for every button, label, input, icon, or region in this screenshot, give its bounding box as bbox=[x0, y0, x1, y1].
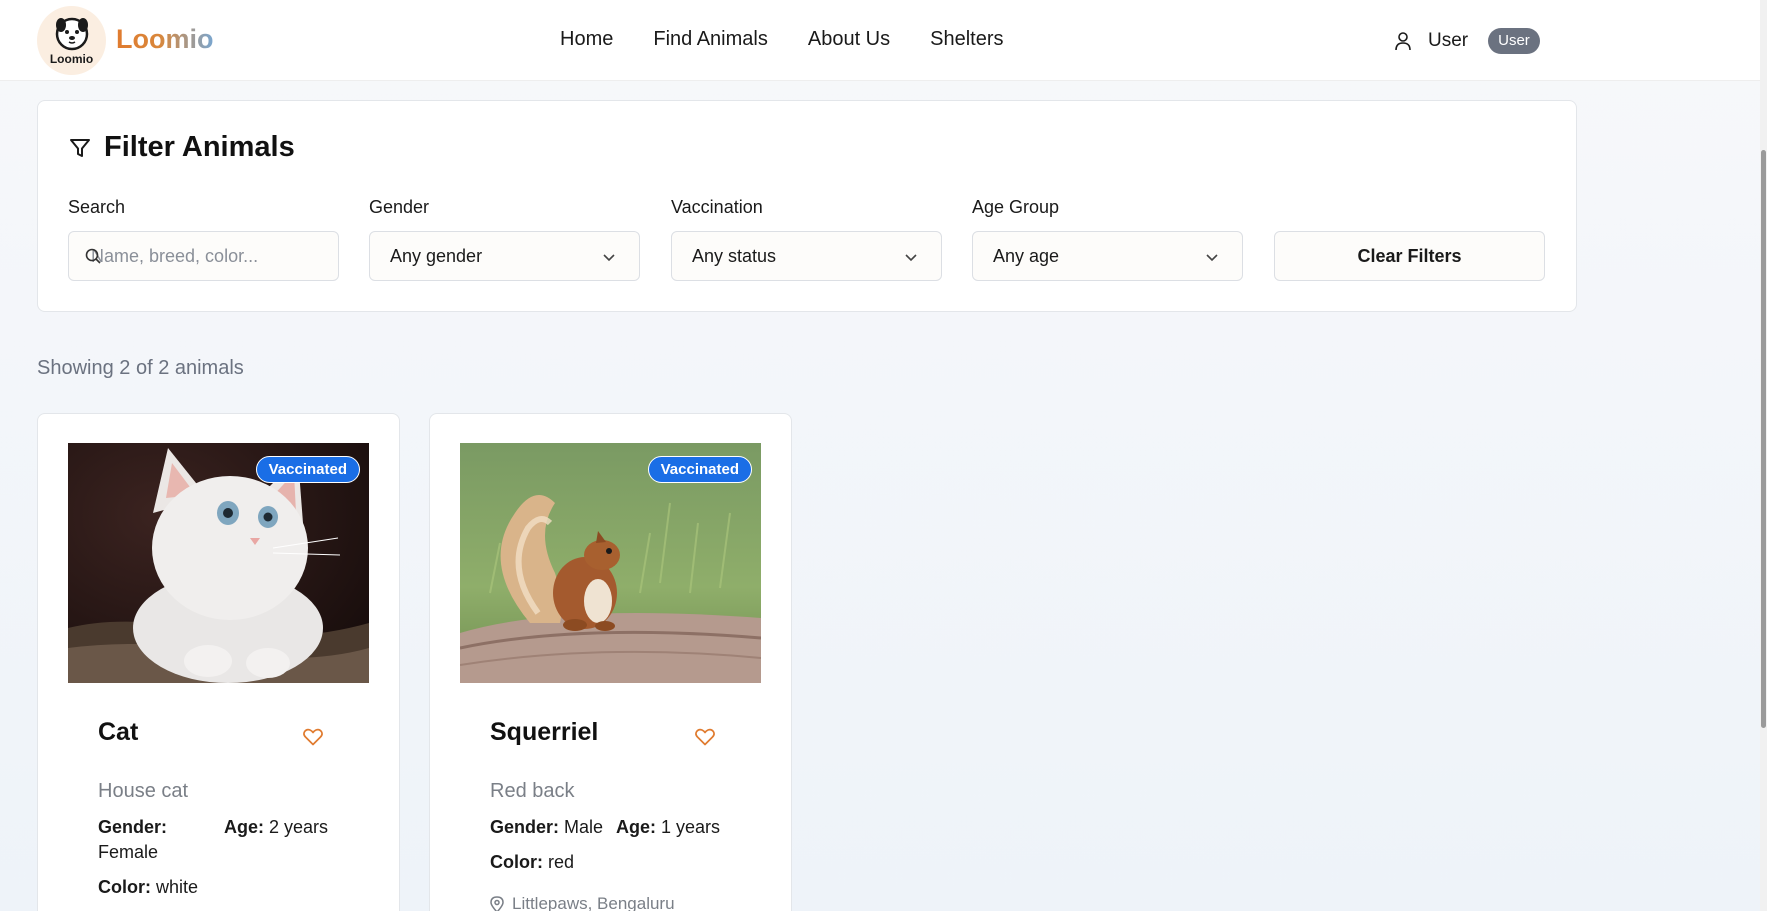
gender-label: Gender bbox=[369, 197, 430, 217]
color-value: white bbox=[156, 877, 199, 897]
vaccinated-badge: Vaccinated bbox=[255, 456, 360, 483]
chevron-down-icon bbox=[1206, 254, 1218, 262]
gender-value: Any gender bbox=[390, 245, 483, 266]
color-info: Color: red bbox=[490, 852, 574, 873]
animal-breed: House cat bbox=[98, 780, 189, 802]
logo-text: Loomio bbox=[49, 52, 94, 66]
vaccination-label: Vaccination bbox=[671, 197, 763, 217]
logo[interactable]: Loomio bbox=[37, 6, 106, 75]
vaccinated-badge: Vaccinated bbox=[647, 456, 752, 483]
filter-title: Filter Animals bbox=[68, 131, 295, 164]
vaccination-field: Vaccination Any status bbox=[671, 197, 942, 281]
animal-photo[interactable]: Vaccinated bbox=[460, 443, 761, 683]
map-pin-icon bbox=[490, 895, 504, 911]
age-field: Age Group Any age bbox=[972, 197, 1243, 281]
animal-photo[interactable]: Vaccinated bbox=[68, 443, 369, 683]
location-text: Littlepaws, Bengaluru bbox=[512, 894, 675, 911]
search-input[interactable]: Name, breed, color... bbox=[68, 231, 339, 281]
gender-value: Male bbox=[564, 817, 604, 837]
chevron-down-icon bbox=[905, 254, 917, 262]
gender-value-line: Female bbox=[98, 842, 158, 863]
age-label: Age: bbox=[224, 817, 264, 837]
search-label: Search bbox=[68, 197, 126, 217]
top-header: Loomio Loomio Home Find Animals About Us… bbox=[0, 0, 1760, 81]
dog-logo-icon bbox=[55, 17, 88, 51]
location: Littlepaws, Bengaluru bbox=[490, 894, 675, 911]
age-value: 1 years bbox=[661, 817, 721, 837]
color-label: Color: bbox=[98, 877, 151, 897]
page-scrollbar[interactable] bbox=[1760, 0, 1767, 911]
chevron-down-icon bbox=[603, 254, 615, 262]
nav-about-us[interactable]: About Us bbox=[808, 28, 890, 51]
age-label: Age: bbox=[616, 817, 656, 837]
age-select[interactable]: Any age bbox=[972, 231, 1243, 281]
search-placeholder: Name, breed, color... bbox=[91, 245, 259, 266]
animal-card[interactable]: Vaccinated Cat House cat Gender: Female … bbox=[37, 413, 400, 911]
nav-home[interactable]: Home bbox=[560, 28, 613, 51]
role-badge: User bbox=[1488, 28, 1540, 54]
search-icon bbox=[85, 248, 101, 264]
gender-select[interactable]: Any gender bbox=[369, 231, 640, 281]
animal-name: Squerriel bbox=[490, 718, 599, 746]
results-count: Showing 2 of 2 animals bbox=[37, 357, 244, 379]
filter-panel: Filter Animals Search Name, breed, color… bbox=[37, 100, 1577, 312]
animal-breed: Red back bbox=[490, 780, 575, 802]
age-value: 2 years bbox=[269, 817, 329, 837]
animal-card[interactable]: Vaccinated Squerriel Red back Gender: Ma… bbox=[429, 413, 792, 911]
gender-label: Gender: bbox=[98, 817, 168, 837]
age-value: Any age bbox=[993, 245, 1060, 266]
heart-icon[interactable] bbox=[303, 728, 323, 746]
animal-name: Cat bbox=[98, 718, 139, 746]
age-info: Age: 1 years bbox=[616, 817, 720, 838]
gender-value: Female bbox=[98, 842, 159, 862]
user-icon bbox=[1395, 32, 1411, 51]
color-value: red bbox=[548, 852, 575, 872]
vaccination-value: Any status bbox=[692, 245, 777, 266]
main-nav: Home Find Animals About Us Shelters bbox=[560, 28, 1004, 51]
brand-name[interactable]: Loomio bbox=[116, 24, 213, 55]
gender-label: Gender: bbox=[490, 817, 560, 837]
filter-title-text: Filter Animals bbox=[104, 131, 295, 163]
color-label: Color: bbox=[490, 852, 543, 872]
age-label: Age Group bbox=[972, 197, 1060, 217]
user-name: User bbox=[1428, 30, 1469, 51]
gender-field: Gender Any gender bbox=[369, 197, 640, 281]
nav-shelters[interactable]: Shelters bbox=[930, 28, 1003, 51]
scrollbar-thumb[interactable] bbox=[1761, 150, 1766, 728]
gender-info: Gender: bbox=[98, 817, 167, 838]
heart-icon[interactable] bbox=[695, 728, 715, 746]
clear-filters-button[interactable]: Clear Filters bbox=[1274, 231, 1545, 281]
filter-icon bbox=[70, 138, 90, 157]
color-info: Color: white bbox=[98, 877, 198, 898]
gender-info: Gender: Male bbox=[490, 817, 603, 838]
user-menu[interactable]: User User bbox=[1394, 28, 1540, 54]
nav-find-animals[interactable]: Find Animals bbox=[653, 28, 768, 51]
age-info: Age: 2 years bbox=[224, 817, 328, 838]
vaccination-select[interactable]: Any status bbox=[671, 231, 942, 281]
search-field: Search Name, breed, color... bbox=[68, 197, 339, 281]
